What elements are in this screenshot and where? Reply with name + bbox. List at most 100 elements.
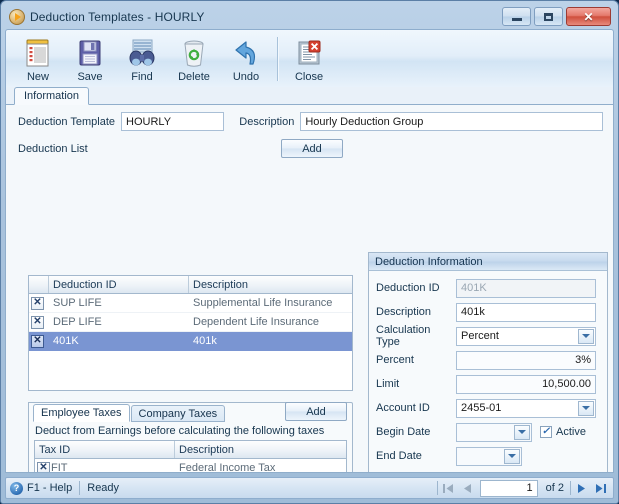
floppy-disk-icon [76, 36, 104, 69]
taxes-grid[interactable]: Tax ID Description ✕ FIT Federal Income … [34, 440, 347, 473]
account-id-select[interactable]: 2455-01 [456, 398, 596, 418]
tab-company-taxes[interactable]: Company Taxes [130, 405, 226, 422]
tax-col-description: Description [179, 443, 235, 456]
table-row[interactable]: ✕ FIT Federal Income Tax [35, 459, 346, 473]
deduction-row-description: Dependent Life Insurance [193, 316, 319, 328]
begin-date-label: Begin Date [376, 426, 431, 438]
account-id-label: Account ID [376, 402, 430, 414]
field-row-limit: Limit 10,500.00 [376, 372, 600, 396]
table-row[interactable]: ✕ SUP LIFE Supplemental Life Insurance [29, 294, 352, 313]
minimize-icon [511, 18, 522, 21]
end-date-label: End Date [376, 450, 422, 462]
toolbar-button-close[interactable]: Close [283, 33, 335, 83]
tax-row-description: Federal Income Tax [179, 462, 276, 473]
deduction-row-id: 401K [53, 335, 79, 347]
checkmark-icon: ✓ [541, 426, 551, 437]
deduction-template-value: HOURLY [126, 115, 172, 128]
deduction-information-header: Deduction Information [369, 253, 607, 271]
field-row-account-id: Account ID 2455-01 [376, 396, 600, 420]
last-page-button[interactable] [592, 480, 609, 496]
taxes-grid-header: Tax ID Description [35, 441, 346, 459]
help-text[interactable]: F1 - Help [27, 482, 72, 494]
window-title: Deduction Templates - HOURLY [30, 10, 205, 24]
begin-date-input[interactable] [456, 422, 532, 442]
info-description-label: Description [376, 306, 432, 318]
first-page-button[interactable] [440, 480, 457, 496]
page-number-input[interactable]: 1 [479, 479, 538, 497]
percent-value: 3% [575, 354, 591, 366]
toolbar-button-undo[interactable]: Undo [220, 33, 272, 83]
header-fields-row: Deduction Template HOURLY Description Ho… [6, 105, 613, 131]
deduction-template-input[interactable]: HOURLY [121, 112, 225, 131]
deduction-row-description: 401k [193, 335, 217, 347]
undo-arrow-icon [231, 36, 261, 69]
add-deduction-label: Add [302, 142, 322, 155]
toolbar: New Save Find Delete Undo Close [5, 29, 614, 87]
deduction-col-id: Deduction ID [49, 276, 189, 293]
delete-row-icon[interactable]: ✕ [29, 294, 49, 312]
close-button[interactable]: ✕ [566, 7, 611, 26]
previous-page-button[interactable] [459, 480, 476, 496]
tab-strip: Information [5, 87, 614, 105]
deduction-row-description: Supplemental Life Insurance [193, 297, 333, 309]
add-tax-button[interactable]: Add [285, 402, 347, 421]
status-separator [79, 481, 81, 495]
maximize-button[interactable] [534, 7, 563, 26]
calculation-type-select[interactable]: Percent [456, 326, 596, 346]
table-row[interactable]: ✕ DEP LIFE Dependent Life Insurance [29, 313, 352, 332]
tab-information[interactable]: Information [14, 87, 90, 105]
toolbar-label-find: Find [131, 71, 153, 83]
percent-label: Percent [376, 354, 414, 366]
calendar-dropdown-icon[interactable] [504, 448, 520, 464]
description-value: Hourly Deduction Group [305, 115, 424, 128]
tab-employee-taxes[interactable]: Employee Taxes [33, 404, 130, 422]
deduction-information-body: Deduction ID 401K Description 401k Calcu… [369, 271, 607, 468]
chevron-down-icon[interactable] [578, 400, 594, 416]
taxes-panel: Employee Taxes Company Taxes Add Deduct … [28, 402, 353, 473]
table-row-selected[interactable]: ✕ 401K 401k [29, 332, 352, 351]
toolbar-button-find[interactable]: Find [116, 33, 168, 83]
minimize-button[interactable] [502, 7, 531, 26]
tax-row-id: ✕ FIT [35, 459, 175, 472]
field-row-percent: Percent 3% [376, 348, 600, 372]
deduction-id-label: Deduction ID [376, 282, 440, 294]
deduction-id-input: 401K [456, 278, 596, 298]
new-document-icon [24, 36, 52, 69]
tab-company-taxes-label: Company Taxes [138, 407, 218, 420]
tab-information-label: Information [24, 90, 80, 102]
toolbar-label-undo: Undo [232, 71, 260, 83]
add-deduction-button[interactable]: Add [281, 139, 343, 158]
toolbar-label-new: New [26, 71, 49, 83]
delete-row-icon[interactable]: ✕ [29, 313, 49, 331]
toolbar-button-new[interactable]: New [12, 33, 64, 83]
active-checkbox[interactable]: ✓ [540, 426, 552, 438]
deduction-col-action [29, 276, 49, 293]
previous-page-icon [464, 483, 472, 493]
maximize-icon [544, 12, 553, 21]
toolbar-button-delete[interactable]: Delete [168, 33, 220, 83]
help-icon[interactable]: ? [10, 481, 23, 495]
field-row-description: Description 401k [376, 300, 600, 324]
calendar-dropdown-icon[interactable] [514, 424, 530, 440]
info-description-input[interactable]: 401k [456, 302, 596, 322]
next-page-button[interactable] [573, 480, 590, 496]
end-date-input[interactable] [456, 446, 522, 466]
add-tax-label: Add [306, 405, 326, 418]
deduction-list-title: Deduction List [18, 142, 88, 155]
calculation-type-value: Percent [461, 330, 499, 342]
description-label: Description [239, 115, 295, 128]
deduction-list-grid[interactable]: Deduction ID Description ✕ SUP LIFE Supp… [28, 275, 353, 391]
account-id-value: 2455-01 [461, 402, 502, 414]
nav-separator-right [570, 481, 571, 495]
delete-row-icon[interactable]: ✕ [29, 332, 49, 350]
delete-row-icon[interactable]: ✕ [37, 461, 50, 472]
deduction-template-label: Deduction Template [18, 115, 116, 128]
deduction-row-id: DEP LIFE [53, 316, 102, 328]
toolbar-button-save[interactable]: Save [64, 33, 116, 83]
toolbar-label-save: Save [77, 71, 103, 83]
chevron-down-icon[interactable] [578, 328, 594, 344]
description-input[interactable]: Hourly Deduction Group [300, 112, 603, 131]
limit-input[interactable]: 10,500.00 [456, 374, 596, 394]
percent-input[interactable]: 3% [456, 350, 596, 370]
deduction-information-panel: Deduction Information Deduction ID 401K … [368, 252, 608, 472]
